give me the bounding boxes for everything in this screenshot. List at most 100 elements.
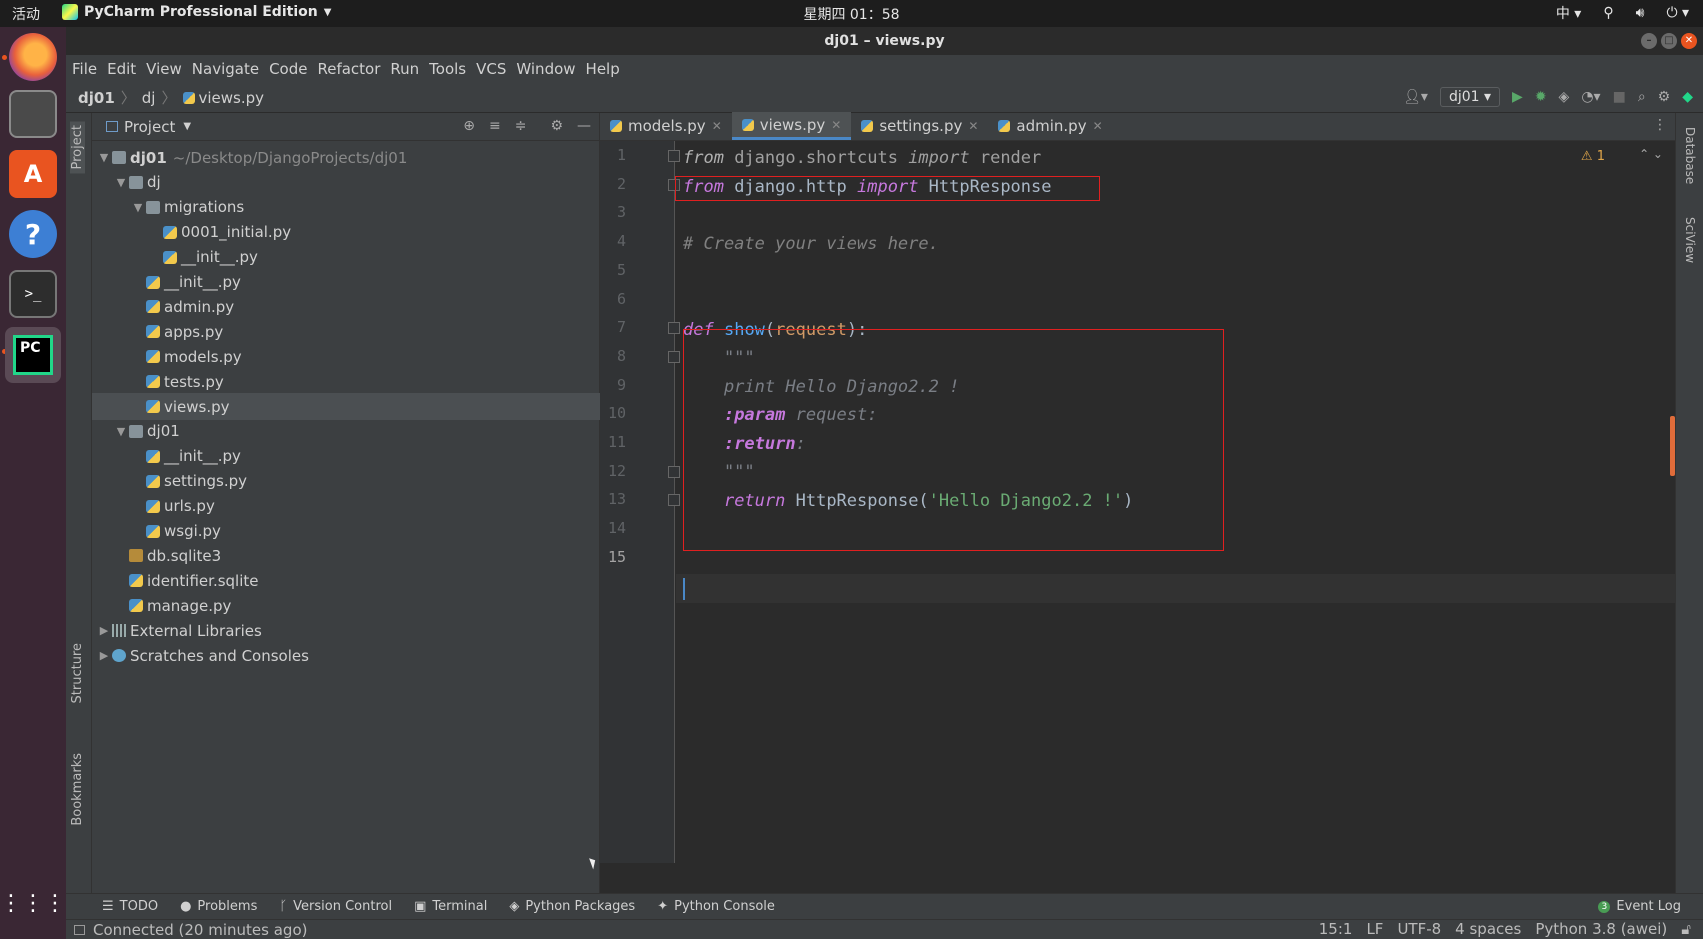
profile-icon[interactable]: ◔▾ (1581, 89, 1600, 105)
sciview-tool-tab[interactable]: SciView (1683, 217, 1697, 263)
close-icon[interactable]: ✕ (1681, 33, 1697, 49)
tab-views[interactable]: views.py ✕ (731, 112, 852, 140)
indent-setting[interactable]: 4 spaces (1455, 920, 1521, 938)
todo-tool-button[interactable]: ☰ TODO (102, 899, 158, 914)
structure-tool-tab[interactable]: Structure (70, 643, 85, 703)
warning-indicator[interactable]: ⚠ 1 (1581, 149, 1605, 164)
tab-models[interactable]: models.py ✕ (600, 112, 732, 140)
close-tab-icon[interactable]: ✕ (831, 118, 841, 132)
tab-settings[interactable]: settings.py ✕ (851, 112, 988, 140)
tab-admin[interactable]: admin.py ✕ (988, 112, 1112, 140)
chevron-right-icon[interactable]: ▶ (96, 624, 112, 637)
fold-marker-icon[interactable] (668, 466, 680, 478)
fold-marker-icon[interactable] (668, 150, 680, 162)
show-apps-icon[interactable]: ⋮⋮⋮ (0, 879, 66, 927)
menu-file[interactable]: File (72, 60, 97, 78)
run-configuration-select[interactable]: dj01 ▾ (1439, 87, 1501, 107)
software-center-icon[interactable]: A (9, 150, 57, 198)
tree-file[interactable]: manage.py (92, 592, 600, 619)
stop-icon[interactable]: ■ (1613, 89, 1626, 105)
menu-tools[interactable]: Tools (429, 60, 466, 78)
breadcrumb-project[interactable]: dj01 (78, 89, 115, 107)
power-icon[interactable]: ⏻ ▾ (1666, 5, 1689, 21)
fold-marker-icon[interactable] (668, 322, 680, 334)
close-tab-icon[interactable]: ✕ (712, 119, 722, 133)
fold-marker-icon[interactable] (668, 494, 680, 506)
tree-folder[interactable]: ▼ migrations (92, 194, 600, 221)
breadcrumb-folder[interactable]: dj (142, 89, 156, 107)
menu-vcs[interactable]: VCS (476, 60, 506, 78)
tree-folder[interactable]: ▼ dj01 (92, 418, 600, 445)
tree-file[interactable]: db.sqlite3 (92, 542, 600, 569)
locate-icon[interactable]: ⊕ (463, 118, 475, 134)
tree-file[interactable]: urls.py (92, 493, 600, 520)
tree-file[interactable]: identifier.sqlite (92, 567, 600, 594)
run-icon[interactable]: ▶ (1512, 89, 1523, 105)
menu-window[interactable]: Window (516, 60, 575, 78)
options-gear-icon[interactable]: ⚙ (550, 118, 563, 134)
chevron-down-icon[interactable]: ▼ (113, 425, 129, 438)
search-icon[interactable]: ⌕ (1638, 89, 1646, 105)
tree-folder[interactable]: ▼ dj (92, 169, 600, 196)
menu-help[interactable]: Help (586, 60, 620, 78)
user-icon[interactable]: 👤︎▾ (1403, 89, 1428, 105)
tree-folder[interactable]: ▼ dj01 ~/Desktop/DjangoProjects/dj01 (92, 144, 600, 171)
menu-refactor[interactable]: Refactor (317, 60, 380, 78)
tree-file[interactable]: __init__.py (92, 443, 600, 470)
tree-file[interactable]: wsgi.py (92, 518, 600, 545)
jetbrains-logo-icon[interactable]: ◆ (1682, 89, 1693, 105)
more-tabs-icon[interactable]: ⋮ (1653, 117, 1667, 133)
code-editor[interactable]: 1 2 3 4 5 6 7 8 9 10 11 12 13 14 15 from django.shortc… (600, 141, 1675, 863)
tree-file[interactable]: __init__.py (92, 269, 600, 296)
minimize-icon[interactable]: – (1641, 33, 1657, 49)
project-tool-tab[interactable]: Project (70, 121, 85, 174)
tree-file[interactable]: tests.py (92, 368, 600, 395)
chevron-down-icon[interactable]: ▼ (113, 176, 129, 189)
tree-file[interactable]: admin.py (92, 293, 600, 320)
terminal-tool-button[interactable]: ▣ Terminal (414, 899, 487, 914)
menu-navigate[interactable]: Navigate (192, 60, 259, 78)
caret-position[interactable]: 15:1 (1319, 920, 1353, 938)
bookmarks-tool-tab[interactable]: Bookmarks (70, 753, 85, 826)
lock-icon[interactable]: 🔓︎ (1681, 920, 1691, 938)
breadcrumb-file[interactable]: views.py (199, 89, 265, 107)
firefox-icon[interactable] (9, 33, 57, 81)
tree-file[interactable]: apps.py (92, 318, 600, 345)
network-icon[interactable]: ⚲ (1603, 5, 1613, 21)
chevron-down-icon[interactable]: ▼ (183, 121, 191, 132)
expand-all-icon[interactable]: ≡ (489, 118, 501, 134)
tree-file[interactable]: models.py (92, 343, 600, 370)
app-menu[interactable]: PyCharm Professional Edition ▼ (62, 4, 331, 20)
version-control-tool-button[interactable]: ᚴ Version Control (279, 899, 392, 914)
problems-tool-button[interactable]: ● Problems (180, 899, 257, 914)
volume-icon[interactable]: 🔊︎ (1636, 5, 1645, 21)
debug-icon[interactable]: ✹ (1535, 89, 1547, 105)
fold-marker-icon[interactable] (668, 351, 680, 363)
files-icon[interactable] (9, 90, 57, 138)
help-icon[interactable]: ? (9, 210, 57, 258)
database-tool-tab[interactable]: Database (1683, 127, 1697, 184)
status-square-icon[interactable] (74, 924, 85, 935)
pycharm-dock-icon[interactable]: PC (5, 327, 61, 383)
close-tab-icon[interactable]: ✕ (968, 119, 978, 133)
coverage-icon[interactable]: ◈ (1559, 89, 1570, 105)
tree-file[interactable]: 0001_initial.py (92, 219, 600, 246)
tree-file[interactable]: views.py (92, 393, 600, 420)
terminal-icon[interactable]: >_ (9, 270, 57, 318)
tree-file[interactable]: ▶ External Libraries (92, 617, 600, 644)
project-panel-title[interactable]: Project (124, 118, 175, 136)
hide-icon[interactable]: — (577, 118, 591, 134)
menu-view[interactable]: View (146, 60, 182, 78)
tree-file[interactable]: ▶ Scratches and Consoles (92, 642, 600, 669)
input-method-indicator[interactable]: 中 ▾ (1556, 3, 1581, 23)
line-separator[interactable]: LF (1366, 920, 1383, 938)
python-interpreter[interactable]: Python 3.8 (awei) (1535, 920, 1667, 938)
menu-code[interactable]: Code (269, 60, 307, 78)
chevron-right-icon[interactable]: ▶ (96, 649, 112, 662)
collapse-all-icon[interactable]: ≑ (515, 118, 527, 134)
python-console-tool-button[interactable]: ✦ Python Console (657, 899, 775, 914)
menu-edit[interactable]: Edit (107, 60, 136, 78)
close-tab-icon[interactable]: ✕ (1093, 119, 1103, 133)
settings-gear-icon[interactable]: ⚙ (1658, 89, 1671, 105)
chevron-down-icon[interactable]: ▼ (130, 201, 146, 214)
